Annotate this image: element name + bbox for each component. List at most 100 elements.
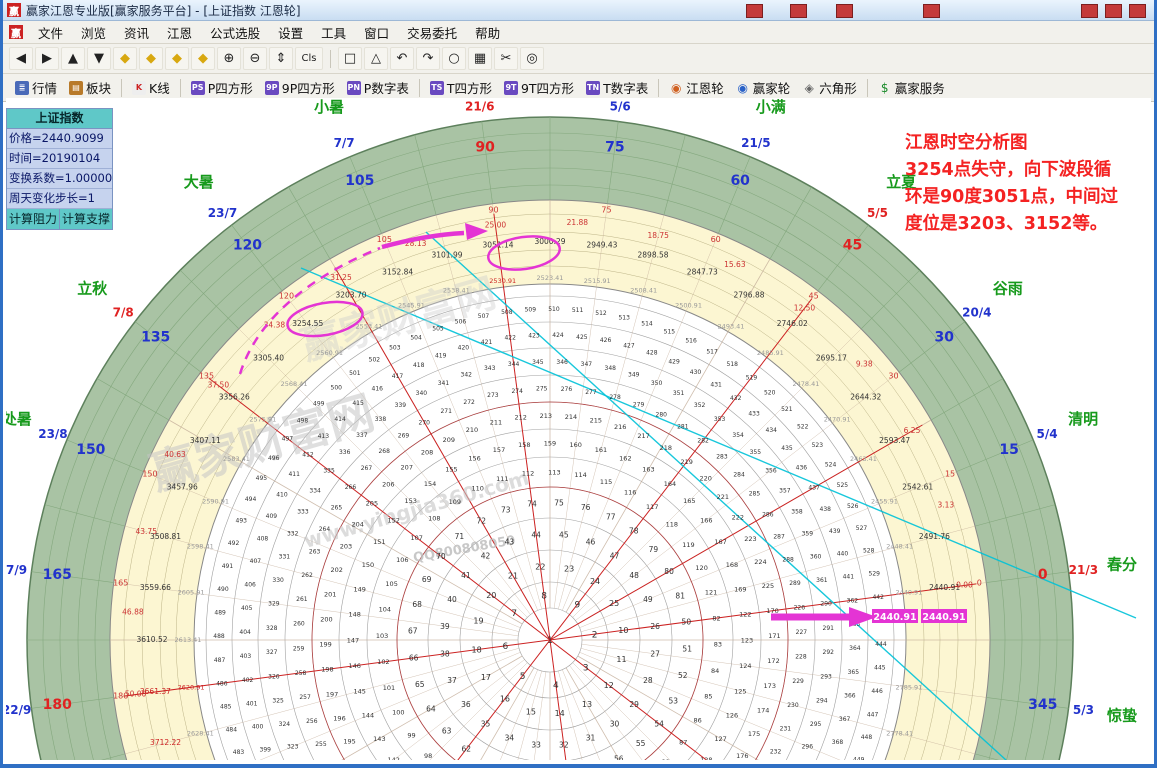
ribbon-item-板块[interactable]: ▤板块 [63, 76, 117, 99]
svg-text:331: 331 [279, 553, 291, 560]
svg-text:80: 80 [664, 567, 674, 576]
ribbon-item-T数字表[interactable]: TNT数字表 [580, 76, 654, 99]
svg-text:75: 75 [601, 206, 611, 215]
svg-text:37.50: 37.50 [208, 381, 230, 390]
赢家服务-icon: $ [878, 81, 892, 95]
T数字表-icon: TN [586, 81, 600, 95]
svg-text:3712.22: 3712.22 [150, 738, 181, 747]
ribbon-item-label: 9P四方形 [282, 78, 335, 97]
svg-text:152: 152 [387, 516, 399, 524]
svg-text:166: 166 [700, 516, 712, 524]
scale-icon[interactable]: ⇕ [269, 47, 293, 70]
svg-text:167: 167 [714, 538, 726, 546]
svg-text:493: 493 [236, 518, 248, 525]
svg-text:258: 258 [295, 670, 307, 677]
svg-text:惊蛰: 惊蛰 [1107, 706, 1137, 724]
index-info-rows: 价格=2440.9099时间=20190104变换系数=1.00000周天变化步… [7, 129, 112, 209]
svg-text:小暑: 小暑 [314, 98, 344, 116]
svg-text:72: 72 [476, 517, 486, 526]
svg-text:67: 67 [408, 627, 418, 636]
svg-text:63: 63 [442, 726, 452, 735]
diamond-2-icon[interactable]: ◆ [139, 47, 163, 70]
menu-item-公式选股[interactable]: 公式选股 [201, 21, 269, 44]
svg-text:227: 227 [796, 629, 808, 636]
pointer-down-icon[interactable]: ▼ [87, 47, 111, 70]
svg-text:274: 274 [511, 388, 523, 395]
ribbon-item-9P四方形[interactable]: 9P9P四方形 [259, 76, 341, 99]
svg-text:5: 5 [520, 672, 526, 682]
maximize-button[interactable] [1105, 4, 1122, 18]
menu-item-江恩[interactable]: 江恩 [158, 21, 201, 44]
rect-tool-icon[interactable]: □ [338, 47, 362, 70]
svg-text:336: 336 [339, 449, 351, 456]
svg-text:357: 357 [779, 487, 791, 494]
ribbon-item-K线[interactable]: KK线 [126, 76, 176, 99]
svg-text:3407.11: 3407.11 [190, 436, 221, 445]
diamond-1-icon[interactable]: ◆ [113, 47, 137, 70]
grid-tool-icon[interactable]: ▦ [468, 47, 492, 70]
svg-text:345: 345 [1028, 697, 1057, 713]
svg-text:333: 333 [297, 509, 309, 516]
menu-item-设置[interactable]: 设置 [269, 21, 312, 44]
ribbon-item-label: 板块 [86, 78, 111, 97]
P四方形-icon: PS [191, 81, 205, 95]
svg-text:3457.96: 3457.96 [167, 483, 198, 492]
svg-text:219: 219 [680, 458, 692, 466]
ribbon-item-T四方形[interactable]: TST四方形 [424, 76, 498, 99]
diamond-4-icon[interactable]: ◆ [191, 47, 215, 70]
pointer-up-icon[interactable]: ▲ [61, 47, 85, 70]
svg-text:127: 127 [714, 735, 726, 743]
svg-text:165: 165 [113, 578, 128, 587]
circle-tool-icon[interactable]: ○ [442, 47, 466, 70]
arc-left-tool-icon[interactable]: ↶ [390, 47, 414, 70]
cut-tool-icon[interactable]: ✂ [494, 47, 518, 70]
target-tool-icon[interactable]: ◎ [520, 47, 544, 70]
menu-item-资讯[interactable]: 资讯 [115, 21, 158, 44]
zoom-in-icon[interactable]: ⊕ [217, 47, 241, 70]
ribbon-item-行情[interactable]: ≣行情 [9, 76, 63, 99]
svg-text:328: 328 [266, 625, 278, 632]
menu-item-浏览[interactable]: 浏览 [72, 21, 115, 44]
diamond-3-icon[interactable]: ◆ [165, 47, 189, 70]
zoom-out-icon[interactable]: ⊖ [243, 47, 267, 70]
svg-text:31.25: 31.25 [330, 273, 352, 282]
svg-text:48: 48 [629, 571, 639, 580]
svg-text:2644.32: 2644.32 [850, 393, 881, 402]
ribbon-item-P四方形[interactable]: PSP四方形 [185, 76, 259, 99]
svg-text:56: 56 [614, 755, 624, 760]
svg-text:123: 123 [741, 636, 753, 644]
ribbon-item-六角形[interactable]: ◈六角形 [796, 76, 863, 99]
close-button[interactable] [1129, 4, 1146, 18]
svg-text:401: 401 [246, 701, 258, 708]
triangle-tool-icon[interactable]: △ [364, 47, 388, 70]
button-计算阻力[interactable]: 计算阻力 [7, 209, 60, 229]
menu-item-文件[interactable]: 文件 [29, 21, 72, 44]
svg-text:260: 260 [293, 621, 305, 628]
svg-text:418: 418 [413, 362, 425, 369]
svg-text:2590.91: 2590.91 [202, 497, 229, 505]
svg-text:29: 29 [629, 700, 639, 709]
svg-text:428: 428 [646, 350, 658, 357]
menu-item-工具[interactable]: 工具 [312, 21, 355, 44]
svg-text:510: 510 [548, 306, 560, 313]
ribbon-item-P数字表[interactable]: PNP数字表 [341, 76, 415, 99]
button-计算支撑[interactable]: 计算支撑 [60, 209, 112, 229]
ribbon-item-9T四方形[interactable]: 9T9T四方形 [498, 76, 580, 99]
svg-text:485: 485 [220, 704, 232, 711]
svg-text:508: 508 [501, 309, 513, 316]
svg-text:515: 515 [664, 328, 676, 335]
minimize-button[interactable] [1081, 4, 1098, 18]
ribbon-item-江恩轮[interactable]: ◉江恩轮 [663, 76, 730, 99]
back-icon[interactable]: ◀ [9, 47, 33, 70]
cls-button[interactable]: Cls [295, 47, 323, 70]
forward-icon[interactable]: ▶ [35, 47, 59, 70]
svg-text:196: 196 [333, 714, 345, 722]
arc-right-tool-icon[interactable]: ↷ [416, 47, 440, 70]
menu-item-交易委托[interactable]: 交易委托 [398, 21, 466, 44]
ribbon-separator [419, 79, 420, 97]
menu-item-窗口[interactable]: 窗口 [355, 21, 398, 44]
ribbon-item-赢家轮[interactable]: ◉赢家轮 [730, 76, 797, 99]
ribbon-item-赢家服务[interactable]: $赢家服务 [872, 76, 951, 99]
svg-text:209: 209 [443, 436, 455, 444]
menu-item-帮助[interactable]: 帮助 [466, 21, 509, 44]
